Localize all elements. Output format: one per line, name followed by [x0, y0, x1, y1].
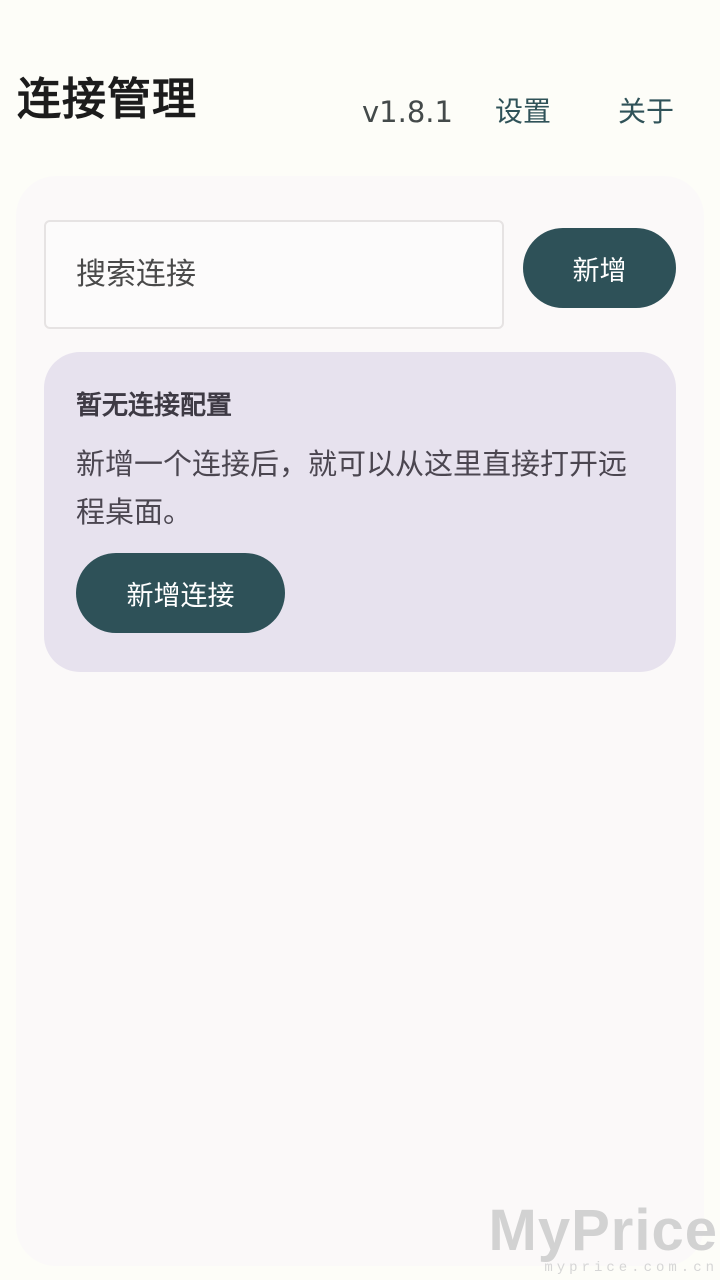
add-button[interactable]: 新增	[523, 228, 676, 308]
empty-state-title: 暂无连接配置	[76, 391, 233, 421]
connections-panel	[16, 176, 704, 1266]
search-box[interactable]	[44, 220, 504, 329]
version-label: v1.8.1	[362, 95, 453, 129]
app-header: 连接管理 v1.8.1 设置 关于	[0, 0, 720, 170]
settings-link[interactable]: 设置	[495, 92, 551, 132]
watermark: MyPrice myprice.com.cn	[488, 1198, 718, 1277]
empty-state-card: 暂无连接配置 新增一个连接后，就可以从这里直接打开远程桌面。 新增连接	[44, 352, 676, 672]
page-title: 连接管理	[17, 74, 197, 125]
watermark-logo: MyPrice	[488, 1198, 718, 1263]
about-link[interactable]: 关于	[618, 92, 674, 132]
empty-state-description: 新增一个连接后，就可以从这里直接打开远程桌面。	[76, 447, 628, 529]
search-input[interactable]	[76, 222, 476, 327]
add-connection-button[interactable]: 新增连接	[76, 553, 285, 633]
